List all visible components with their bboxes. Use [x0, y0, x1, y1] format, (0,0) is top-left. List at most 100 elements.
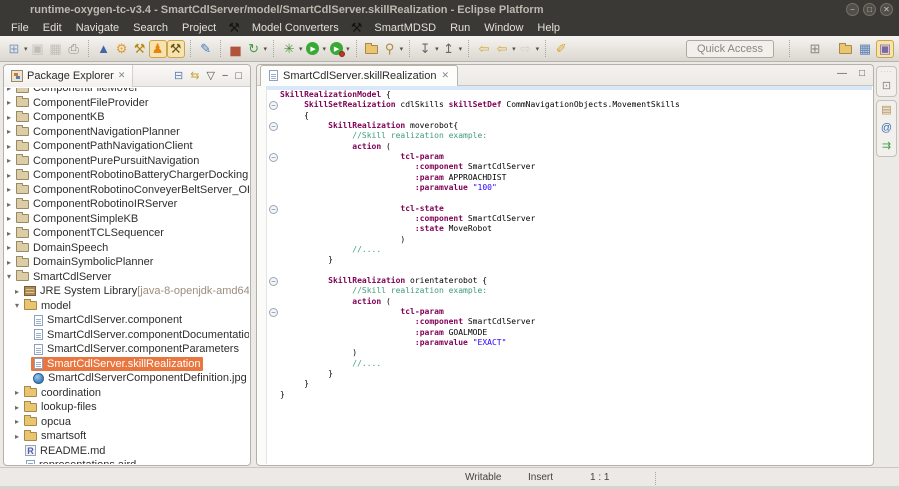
tree-item-ComponentPurePursuitNavigation[interactable]: ▸ComponentPurePursuitNavigation	[5, 154, 249, 169]
tree-item-ComponentRobotinoConveyerBeltServer_OPCU[interactable]: ▸ComponentRobotinoConveyerBeltServer_OPC…	[5, 183, 249, 198]
code-line[interactable]: :param APPROACHDIST	[280, 173, 870, 183]
task-list-icon[interactable]: ▤	[881, 104, 891, 116]
search-torch-icon[interactable]: ⚲	[381, 40, 399, 58]
menu-window[interactable]: Window	[477, 22, 530, 34]
editor-tab[interactable]: SmartCdlServer.skillRealization ✕	[260, 65, 458, 86]
back-icon-dropdown[interactable]: ▾	[512, 45, 516, 53]
minimize-view-icon[interactable]: −	[222, 70, 228, 82]
new-wizard-icon-dropdown[interactable]: ▾	[24, 45, 28, 53]
code-line[interactable]: :component SmartCdlServer	[280, 214, 870, 224]
code-line[interactable]: action (	[280, 297, 870, 307]
gears-icon[interactable]: ⚙	[113, 40, 131, 58]
prev-annotation-icon[interactable]: ↥	[440, 40, 458, 58]
code-line[interactable]: tcl-param	[280, 152, 870, 162]
forward-icon-dropdown[interactable]: ▾	[536, 45, 540, 53]
fold-collapse-icon[interactable]: −	[269, 277, 278, 286]
tree-item-opcua[interactable]: ▸opcua	[5, 415, 249, 430]
prev-annotation-icon-dropdown[interactable]: ▾	[459, 45, 463, 53]
tree-item-ComponentKB[interactable]: ▸ComponentKB	[5, 110, 249, 125]
expander-icon[interactable]: ▸	[7, 98, 15, 107]
code-line[interactable]: }	[280, 255, 870, 265]
expander-icon[interactable]: ▸	[15, 287, 23, 296]
expander-icon[interactable]: ▸	[15, 432, 23, 441]
tree-item-SmartCdlServer.componentParameters[interactable]: SmartCdlServer.componentParameters	[5, 342, 249, 357]
code-line[interactable]: SkillRealization orientaterobot {	[280, 276, 870, 286]
tree-item-DomainSymbolicPlanner[interactable]: ▸DomainSymbolicPlanner	[5, 255, 249, 270]
pen-icon[interactable]: ✎	[197, 40, 215, 58]
resource-perspective-icon[interactable]	[836, 40, 854, 58]
robot-icon[interactable]: ♟	[149, 40, 167, 58]
fold-collapse-icon[interactable]: −	[269, 153, 278, 162]
tree-item-representations.aird[interactable]: representations.aird	[5, 458, 249, 464]
expander-icon[interactable]: ▸	[15, 403, 23, 412]
brick-icon[interactable]: ▅	[227, 40, 245, 58]
tree-item-ComponentTCLSequencer[interactable]: ▸ComponentTCLSequencer	[5, 226, 249, 241]
tree-item-ComponentSimpleKB[interactable]: ▸ComponentSimpleKB	[5, 212, 249, 227]
expander-icon[interactable]: ▸	[7, 185, 15, 194]
code-line[interactable]: //....	[280, 359, 870, 369]
expander-icon[interactable]: ▸	[15, 417, 23, 426]
fold-collapse-icon[interactable]: −	[269, 101, 278, 110]
expander-icon[interactable]: ▸	[7, 156, 15, 165]
crossed-tools-icon[interactable]: ⚒	[167, 40, 185, 58]
close-view-icon[interactable]: ✕	[118, 70, 126, 81]
code-line[interactable]: tcl-state	[280, 204, 870, 214]
code-line[interactable]: :param GOALMODE	[280, 328, 870, 338]
tree-item-SmartCdlServer.skillRealization[interactable]: SmartCdlServer.skillRealization	[5, 357, 249, 372]
expander-icon[interactable]: ▸	[7, 258, 15, 267]
quick-access-input[interactable]: Quick Access	[686, 40, 774, 58]
refresh-icon-dropdown[interactable]: ▾	[264, 45, 268, 53]
hammer-wrench-icon[interactable]: ⚒	[131, 40, 149, 58]
expander-icon[interactable]: ▸	[7, 113, 15, 122]
external-tools-icon[interactable]: ▶	[327, 40, 345, 58]
minimize-editor-icon[interactable]: —	[837, 68, 847, 79]
expander-icon[interactable]: ▸	[7, 243, 15, 252]
annotation-ruler[interactable]	[258, 86, 267, 464]
code-line[interactable]: //Skill realization example:	[280, 131, 870, 141]
code-line[interactable]: tcl-param	[280, 307, 870, 317]
debug-icon-dropdown[interactable]: ▾	[299, 45, 303, 53]
highlighter-icon[interactable]: ✐	[552, 40, 570, 58]
menu-navigate[interactable]: Navigate	[69, 22, 126, 34]
last-edit-location-icon[interactable]: ⇦	[475, 40, 493, 58]
editor-tab-close-icon[interactable]: ✕	[441, 70, 449, 81]
code-line[interactable]: SkillSetRealization cdlSkills skillSetDe…	[280, 100, 870, 110]
back-icon[interactable]: ⇦	[493, 40, 511, 58]
drag-handle[interactable]: ····	[881, 70, 893, 74]
tree-item-ComponentRobotinoBatteryChargerDocking[interactable]: ▸ComponentRobotinoBatteryChargerDocking	[5, 168, 249, 183]
expander-icon[interactable]: ▸	[7, 200, 15, 209]
menu-file[interactable]: File	[4, 22, 36, 34]
tree-item-ComponentFileProvider[interactable]: ▸ComponentFileProvider	[5, 96, 249, 111]
next-annotation-icon[interactable]: ↧	[416, 40, 434, 58]
tree-item-coordination[interactable]: ▸coordination	[5, 386, 249, 401]
expander-icon[interactable]: ▸	[7, 88, 15, 93]
tree-item-ComponentNavigationPlanner[interactable]: ▸ComponentNavigationPlanner	[5, 125, 249, 140]
tree-item-lookup-files[interactable]: ▸lookup-files	[5, 400, 249, 415]
maximize-button[interactable]: □	[863, 3, 876, 16]
tree-item-ComponentRobotinoIRServer[interactable]: ▸ComponentRobotinoIRServer	[5, 197, 249, 212]
declaration-icon[interactable]: ⇉	[882, 140, 891, 152]
run-icon[interactable]: ▶	[304, 40, 322, 58]
view-menu-icon[interactable]: ▽	[206, 69, 214, 82]
close-button[interactable]: ✕	[880, 3, 893, 16]
java-perspective-icon[interactable]: ▦	[856, 40, 874, 58]
code-line[interactable]: )	[280, 348, 870, 358]
tree-item-SmartCdlServer.component[interactable]: SmartCdlServer.component	[5, 313, 249, 328]
maximize-view-icon[interactable]: □	[235, 70, 242, 82]
menu-search[interactable]: Search	[126, 22, 175, 34]
tree-item-smartsoft[interactable]: ▸smartsoft	[5, 429, 249, 444]
next-annotation-icon-dropdown[interactable]: ▾	[435, 45, 439, 53]
minimize-button[interactable]: −	[846, 3, 859, 16]
tree-item-DomainSpeech[interactable]: ▸DomainSpeech	[5, 241, 249, 256]
code-line[interactable]: :paramvalue "100"	[280, 183, 870, 193]
expander-icon[interactable]: ▸	[7, 127, 15, 136]
build-triangle-icon[interactable]: ▲	[95, 40, 113, 58]
code-line[interactable]: action (	[280, 142, 870, 152]
external-tools-icon-dropdown[interactable]: ▾	[346, 45, 350, 53]
code-line[interactable]	[280, 266, 870, 276]
menu-edit[interactable]: Edit	[36, 22, 69, 34]
print-icon[interactable]: ⎙	[65, 40, 83, 58]
code-line[interactable]: SkillRealization moverobot{	[280, 121, 870, 131]
code-line[interactable]: }	[280, 379, 870, 389]
search-torch-icon-dropdown[interactable]: ▾	[400, 45, 404, 53]
